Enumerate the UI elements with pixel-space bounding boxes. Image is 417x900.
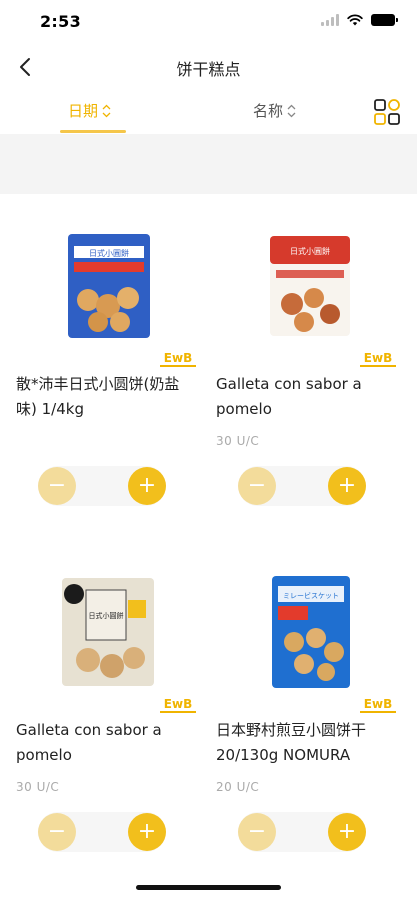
grid-view-icon[interactable] [373,98,401,126]
product-name: Galleta con sabor a pomelo [16,721,162,764]
product-unit: 30 U/C [216,434,260,448]
svg-text:EwB: EwB [164,697,192,711]
sort-by-name-tab[interactable]: 名称 [253,100,296,121]
decrease-quantity-button[interactable]: − [38,467,76,505]
brand-logo: EwB [360,697,396,713]
status-bar: 2:53 [0,0,417,44]
brand-logo: EwB [160,351,196,367]
sort-date-label: 日期 [68,102,99,120]
quantity-stepper: − + [38,466,166,506]
decrease-quantity-button[interactable]: − [38,813,76,851]
wifi-icon [347,14,363,26]
increase-quantity-button[interactable]: + [328,813,366,851]
product-name: 日本野村煎豆小圆饼干 20/130g NOMURA [216,721,367,764]
svg-text:日式小圓餅: 日式小圓餅 [290,246,330,256]
quantity-stepper: − + [238,466,366,506]
home-indicator [136,885,281,890]
product-card[interactable]: 日式小圓餅 EwB Galleta con sabor a pomelo 30 … [16,572,206,900]
brand-logo: EwB [160,697,196,713]
product-card[interactable]: 日式小圓餅 EwB Galleta con sabor a pomelo 30 … [216,226,406,556]
product-image[interactable]: 日式小圓餅 [16,572,206,712]
status-time: 2:53 [40,12,81,31]
brand-logo: EwB [360,351,396,367]
quantity-stepper: − + [38,812,166,852]
status-icons [321,14,398,26]
svg-text:EwB: EwB [364,697,392,711]
cellular-signal-icon [321,14,339,26]
page-title: 饼干糕点 [176,60,241,79]
increase-quantity-button[interactable]: + [128,813,166,851]
sort-name-label: 名称 [253,102,284,120]
svg-text:EwB: EwB [364,351,392,365]
increase-quantity-button[interactable]: + [128,467,166,505]
svg-text:ミレービスケット: ミレービスケット [283,591,339,600]
product-name: Galleta con sabor a pomelo [216,375,362,418]
product-name: 散*沛丰日式小圆饼(奶盐味) 1/4kg [16,375,180,418]
product-image[interactable]: ミレービスケット [216,572,406,712]
active-tab-indicator [60,130,126,133]
svg-text:日式小圓餅: 日式小圓餅 [89,248,129,258]
svg-text:日式小圓餅: 日式小圓餅 [89,611,124,620]
product-unit: 30 U/C [16,780,60,794]
sort-arrows-icon [102,104,111,117]
svg-text:EwB: EwB [164,351,192,365]
banner-placeholder [0,134,417,194]
battery-icon [371,14,398,26]
product-image[interactable]: 日式小圓餅 [16,226,206,366]
sort-by-date-tab[interactable]: 日期 [68,100,111,121]
decrease-quantity-button[interactable]: − [238,467,276,505]
product-card[interactable]: ミレービスケット EwB 日本野村煎豆小圆饼干 20/130g NOMURA 2… [216,572,406,900]
decrease-quantity-button[interactable]: − [238,813,276,851]
product-image[interactable]: 日式小圓餅 [216,226,406,366]
increase-quantity-button[interactable]: + [328,467,366,505]
product-card[interactable]: 日式小圓餅 EwB 散*沛丰日式小圆饼(奶盐味) 1/4kg − + [16,226,206,556]
quantity-stepper: − + [238,812,366,852]
sort-arrows-icon [287,104,296,117]
product-unit: 20 U/C [216,780,260,794]
nav-bar: 饼干糕点 [0,44,417,90]
sort-bar: 日期 名称 [0,92,417,134]
